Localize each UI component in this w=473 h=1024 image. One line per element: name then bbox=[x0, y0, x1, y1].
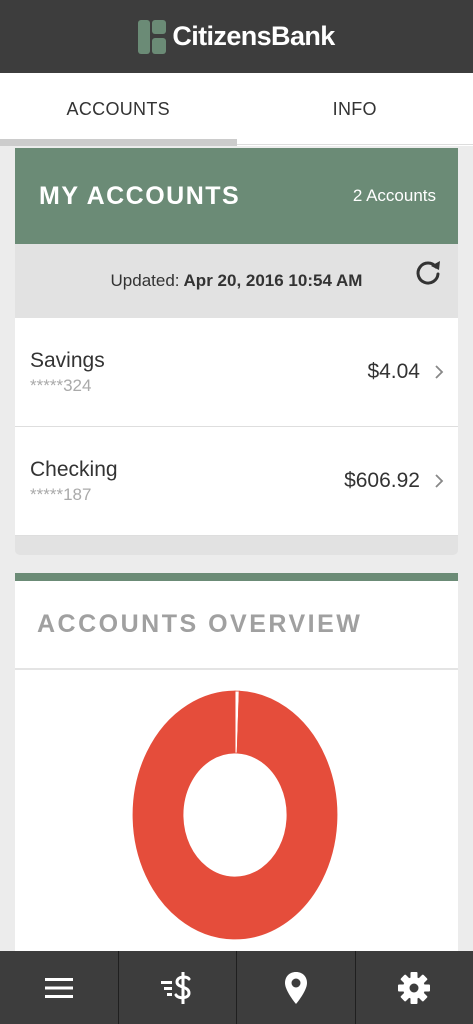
account-balance: $606.92 bbox=[344, 469, 420, 492]
accounts-donut-chart bbox=[132, 690, 338, 940]
donut-slice-checking bbox=[132, 690, 338, 940]
accounts-overview-card: ACCOUNTS OVERVIEW bbox=[15, 573, 458, 953]
tab-divider bbox=[237, 144, 473, 145]
account-number: *****187 bbox=[30, 484, 92, 504]
overview-header: ACCOUNTS OVERVIEW bbox=[15, 581, 458, 670]
updated-value: Apr 20, 2016 10:54 AM bbox=[183, 271, 363, 290]
account-number: *****324 bbox=[30, 375, 92, 395]
citizens-bank-logo-icon bbox=[138, 19, 167, 54]
tab-bar: ACCOUNTS INFO bbox=[0, 73, 473, 146]
gear-icon bbox=[398, 971, 431, 1004]
bottom-nav bbox=[0, 951, 473, 1024]
account-balance-group: $606.92 bbox=[344, 469, 444, 493]
updated-timestamp: Updated: Apr 20, 2016 10:54 AM bbox=[111, 271, 363, 291]
brand-name: CitizensBank bbox=[172, 21, 335, 51]
account-balance: $4.04 bbox=[367, 360, 420, 383]
chevron-right-icon bbox=[435, 474, 444, 488]
my-accounts-title: MY ACCOUNTS bbox=[39, 181, 241, 210]
account-name: Savings bbox=[30, 348, 105, 372]
account-info: Savings *****324 bbox=[30, 349, 105, 396]
transfer-money-icon bbox=[161, 971, 191, 1004]
account-row-checking[interactable]: Checking *****187 $606.92 bbox=[15, 427, 458, 536]
overview-title: ACCOUNTS OVERVIEW bbox=[37, 610, 363, 638]
account-name: Checking bbox=[30, 457, 118, 481]
chevron-right-icon bbox=[435, 365, 444, 379]
account-balance-group: $4.04 bbox=[367, 360, 444, 384]
app-header: CitizensBank bbox=[0, 0, 473, 73]
accounts-count: 2 Accounts bbox=[352, 186, 436, 205]
location-pin-icon bbox=[284, 971, 307, 1004]
tab-accounts[interactable]: ACCOUNTS bbox=[0, 73, 237, 146]
my-accounts-header: MY ACCOUNTS 2 Accounts bbox=[15, 148, 458, 244]
nav-settings-button[interactable] bbox=[356, 951, 473, 1024]
overview-accent-bar bbox=[15, 573, 458, 581]
tab-info[interactable]: INFO bbox=[237, 73, 473, 146]
refresh-icon[interactable] bbox=[414, 258, 442, 286]
account-row-savings[interactable]: Savings *****324 $4.04 bbox=[15, 318, 458, 427]
nav-location-button[interactable] bbox=[237, 951, 356, 1024]
brand-logo: CitizensBank bbox=[138, 19, 335, 54]
menu-icon bbox=[44, 977, 73, 998]
nav-transfer-button[interactable] bbox=[119, 951, 237, 1024]
account-info: Checking *****187 bbox=[30, 458, 118, 505]
my-accounts-card: MY ACCOUNTS 2 Accounts Updated: Apr 20, 2… bbox=[15, 148, 458, 555]
updated-label: Updated: bbox=[110, 271, 180, 290]
updated-row: Updated: Apr 20, 2016 10:54 AM bbox=[15, 244, 458, 318]
nav-menu-button[interactable] bbox=[0, 951, 119, 1024]
